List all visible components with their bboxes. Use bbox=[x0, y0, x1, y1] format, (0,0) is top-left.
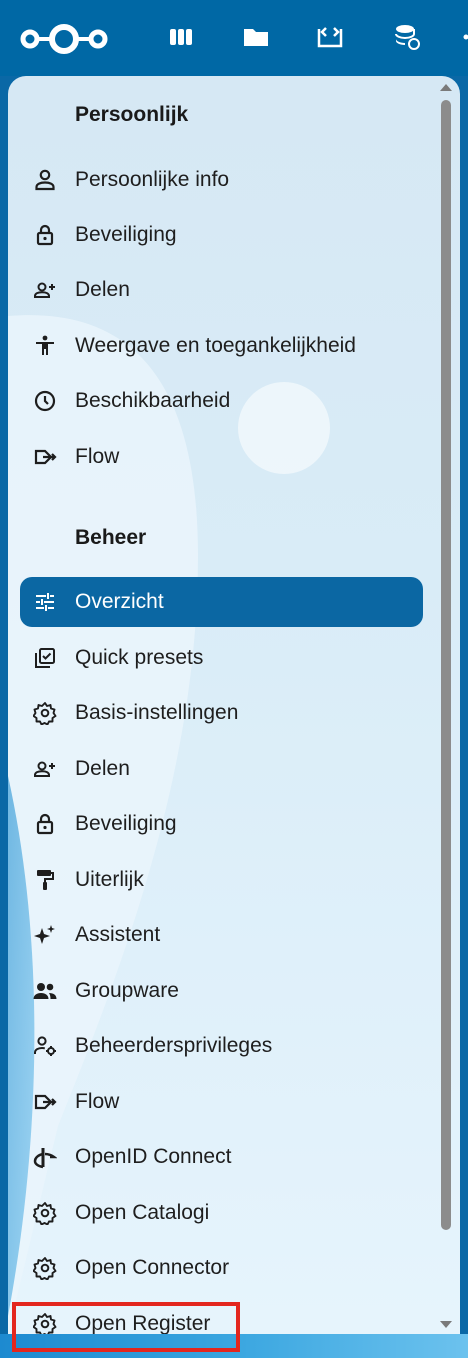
nav-item-groupware[interactable]: Groupware bbox=[20, 966, 423, 1016]
code-window-icon[interactable] bbox=[315, 22, 345, 52]
gear-icon bbox=[32, 1311, 58, 1334]
nav-item-quick-presets[interactable]: Quick presets bbox=[20, 633, 423, 683]
tune-icon bbox=[32, 589, 58, 615]
nav-item-openid-connect[interactable]: OpenID Connect bbox=[20, 1132, 423, 1182]
files-icon[interactable] bbox=[241, 22, 271, 52]
nav-item-sharing-admin[interactable]: Delen bbox=[20, 744, 423, 794]
section-title-personal: Persoonlijk bbox=[75, 103, 189, 126]
nav-item-availability[interactable]: Beschikbaarheid bbox=[20, 376, 423, 426]
nav-item-label: Open Connector bbox=[75, 1256, 230, 1279]
nav-item-label: Groupware bbox=[75, 979, 179, 1002]
flow-icon bbox=[32, 444, 58, 470]
sparkles-icon bbox=[32, 922, 58, 948]
nav-item-flow-admin[interactable]: Flow bbox=[20, 1077, 423, 1127]
person-icon bbox=[32, 167, 58, 193]
admin-gear-icon bbox=[32, 1033, 58, 1059]
flow-icon bbox=[32, 1089, 58, 1115]
nav-item-label: Beveiliging bbox=[75, 223, 177, 246]
openid-icon bbox=[32, 1144, 58, 1170]
top-header bbox=[0, 0, 468, 76]
nav-item-label: Open Register bbox=[75, 1312, 211, 1334]
group-icon bbox=[32, 978, 58, 1004]
nav-item-label: Weergave en toegankelijkheid bbox=[75, 334, 356, 357]
nav-item-label: Open Catalogi bbox=[75, 1201, 210, 1224]
gear-icon bbox=[32, 1200, 58, 1226]
settings-navigation: Persoonlijk Persoonlijke info Beveiligin… bbox=[8, 76, 460, 1334]
dashboard-icon[interactable] bbox=[166, 22, 196, 52]
database-sync-icon[interactable] bbox=[392, 22, 422, 52]
nav-item-label: Delen bbox=[75, 757, 130, 780]
nav-item-label: Flow bbox=[75, 445, 120, 468]
checklist-icon bbox=[32, 645, 58, 671]
nav-item-flow-personal[interactable]: Flow bbox=[20, 432, 423, 482]
scroll-up-arrow[interactable] bbox=[438, 80, 454, 92]
scroll-down-arrow[interactable] bbox=[438, 1318, 454, 1330]
gear-icon bbox=[32, 700, 58, 726]
nav-item-assistant[interactable]: Assistent bbox=[20, 910, 423, 960]
nav-item-security-admin[interactable]: Beveiliging bbox=[20, 799, 423, 849]
nav-item-security-personal[interactable]: Beveiliging bbox=[20, 210, 423, 260]
nav-item-label: Basis-instellingen bbox=[75, 701, 239, 724]
nav-item-label: Assistent bbox=[75, 923, 161, 946]
nav-item-open-catalogi[interactable]: Open Catalogi bbox=[20, 1188, 423, 1238]
gear-icon bbox=[32, 1255, 58, 1281]
lock-icon bbox=[32, 222, 58, 248]
share-person-icon bbox=[32, 756, 58, 782]
nav-item-appearance[interactable]: Uiterlijk bbox=[20, 855, 423, 905]
more-apps-icon[interactable] bbox=[456, 22, 468, 52]
nav-item-label: Overzicht bbox=[75, 590, 164, 613]
paint-roller-icon bbox=[32, 867, 58, 893]
share-person-icon bbox=[32, 277, 58, 303]
bottom-background-strip bbox=[0, 1334, 468, 1358]
nav-item-label: Beveiliging bbox=[75, 812, 177, 835]
nav-item-label: Flow bbox=[75, 1090, 120, 1113]
nav-item-label: OpenID Connect bbox=[75, 1145, 232, 1168]
nav-item-label: Quick presets bbox=[75, 646, 204, 669]
section-title-admin: Beheer bbox=[75, 526, 147, 549]
clock-icon bbox=[32, 388, 58, 414]
settings-window: Persoonlijk Persoonlijke info Beveiligin… bbox=[0, 0, 468, 1358]
nav-item-overview[interactable]: Overzicht bbox=[20, 577, 423, 627]
nav-item-open-register[interactable]: Open Register bbox=[20, 1299, 423, 1334]
nav-item-label: Beheerdersprivileges bbox=[75, 1034, 273, 1057]
nav-item-label: Delen bbox=[75, 278, 130, 301]
nav-item-appearance-accessibility[interactable]: Weergave en toegankelijkheid bbox=[20, 321, 423, 371]
lock-icon bbox=[32, 811, 58, 837]
nav-item-label: Uiterlijk bbox=[75, 868, 144, 891]
nextcloud-logo[interactable] bbox=[18, 22, 110, 56]
accessibility-icon bbox=[32, 333, 58, 359]
nav-item-admin-privileges[interactable]: Beheerdersprivileges bbox=[20, 1021, 423, 1071]
scrollbar-thumb[interactable] bbox=[441, 100, 451, 1230]
nav-item-basic-settings[interactable]: Basis-instellingen bbox=[20, 688, 423, 738]
nav-item-personal-info[interactable]: Persoonlijke info bbox=[20, 155, 423, 205]
nav-item-label: Persoonlijke info bbox=[75, 168, 230, 191]
nav-item-open-connector[interactable]: Open Connector bbox=[20, 1243, 423, 1293]
nav-item-sharing-personal[interactable]: Delen bbox=[20, 265, 423, 315]
nav-item-label: Beschikbaarheid bbox=[75, 389, 231, 412]
